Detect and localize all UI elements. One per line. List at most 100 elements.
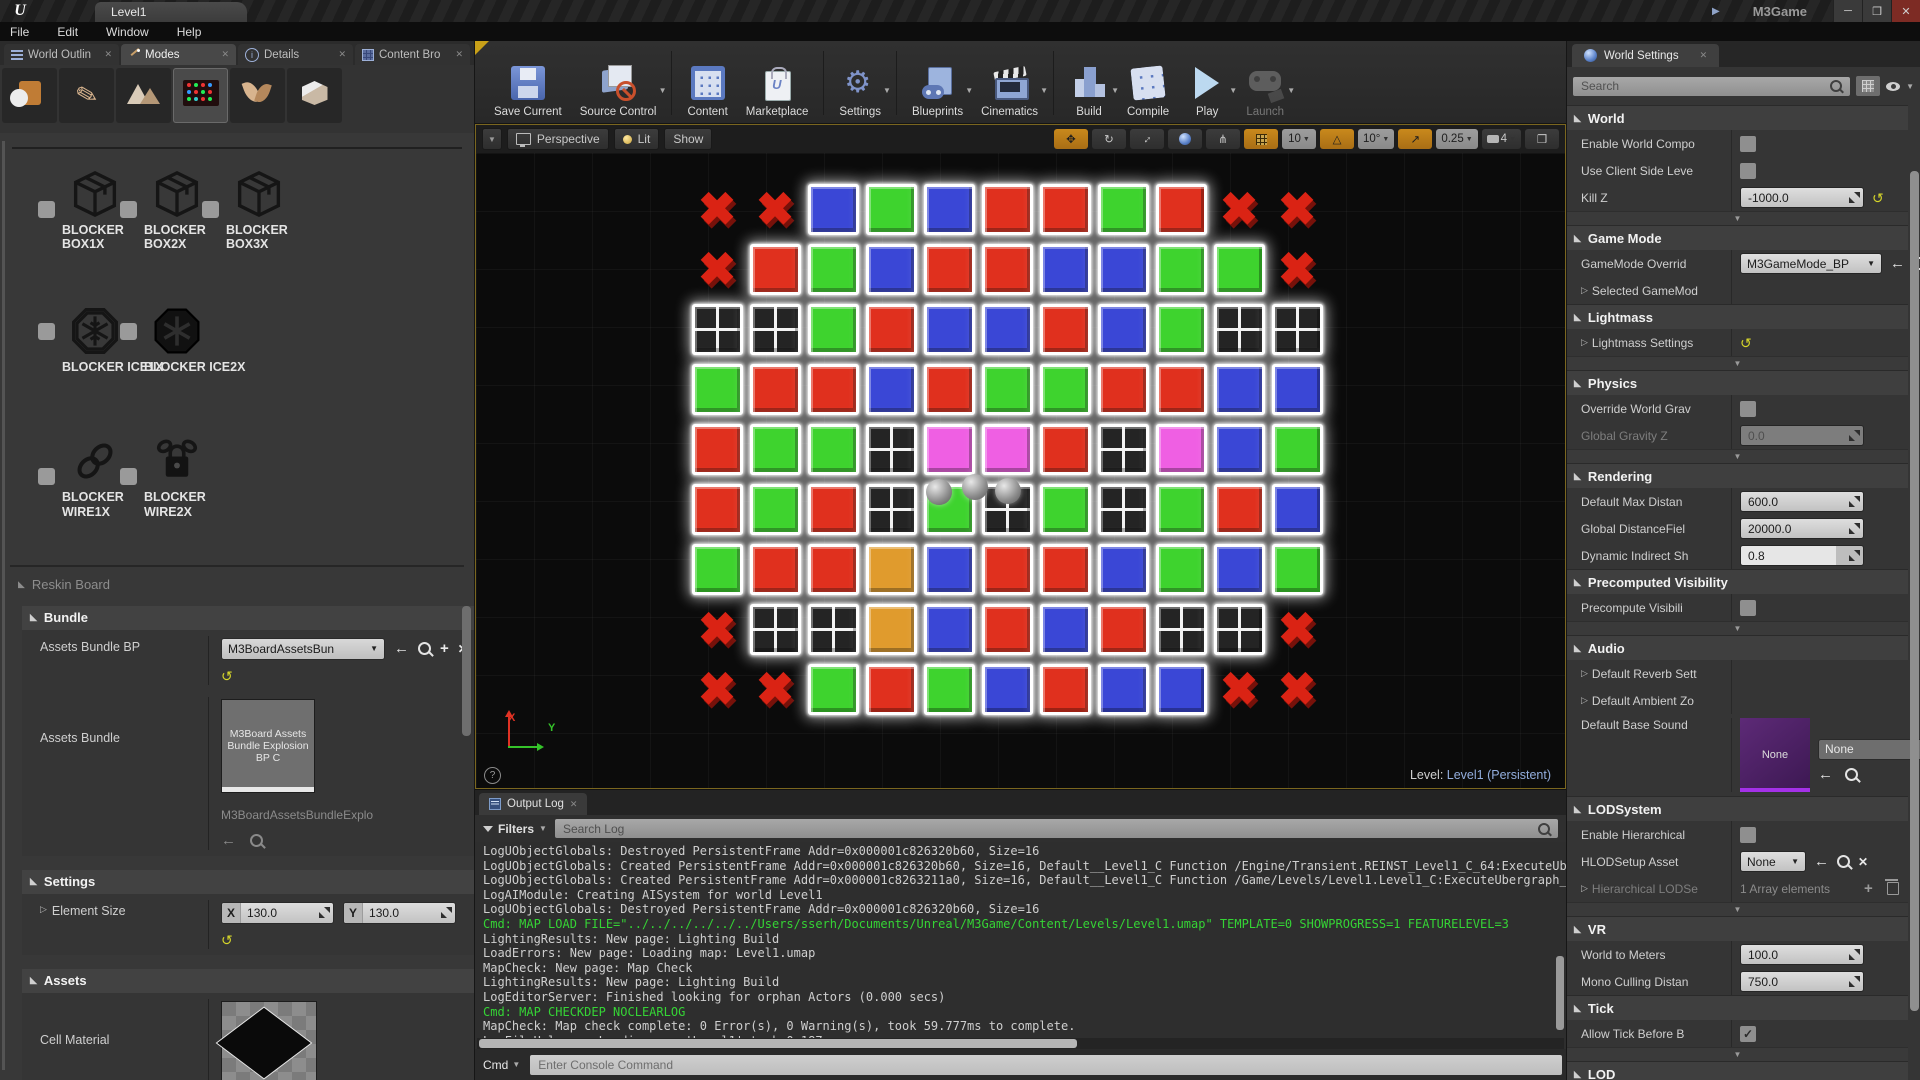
scale-tool-button[interactable]: ↔ <box>1130 129 1164 149</box>
search-icon[interactable] <box>1837 855 1850 868</box>
back-arrow-icon[interactable]: ← <box>1890 257 1905 271</box>
maximize-button[interactable]: ❒ <box>1862 0 1891 22</box>
marketplace-button[interactable]: UMarketplace <box>737 45 818 121</box>
show-button[interactable]: Show <box>664 128 712 150</box>
tab-details[interactable]: i Details ✕ <box>238 44 353 65</box>
disco-sphere[interactable] <box>926 479 952 505</box>
board-cube-blue[interactable] <box>920 299 978 359</box>
help-icon[interactable]: ? <box>484 767 501 784</box>
dropdown[interactable]: None▼ <box>1740 851 1806 872</box>
scale-snap-value[interactable]: 0.25▼ <box>1436 129 1477 149</box>
assets-header[interactable]: ◣ Assets <box>22 969 474 993</box>
board-cube-green[interactable] <box>1268 419 1326 479</box>
section-expander[interactable]: ▼ <box>1567 211 1908 225</box>
board-cube-blue[interactable] <box>862 239 920 299</box>
board-cube-wire[interactable] <box>862 419 920 479</box>
board-cube-red[interactable] <box>978 599 1036 659</box>
board-cube-green[interactable] <box>804 419 862 479</box>
spinner-icon[interactable] <box>1849 192 1860 203</box>
board-cube-blue[interactable] <box>1268 359 1326 419</box>
board-cube-green[interactable] <box>1210 239 1268 299</box>
close-icon[interactable]: ✕ <box>570 799 578 810</box>
log-text-area[interactable]: LogUObjectGlobals: Destroyed PersistentF… <box>475 842 1566 1038</box>
grid-snap-toggle[interactable] <box>1244 129 1278 149</box>
board-cube-blue[interactable] <box>978 299 1036 359</box>
scrollbar-thumb[interactable] <box>479 1039 1077 1048</box>
blocked-cell[interactable]: ✖ <box>1268 239 1326 299</box>
left-panel-scroll-edge[interactable] <box>2 141 5 1070</box>
number-field[interactable]: -1000.0 <box>1740 187 1864 208</box>
board-cube-red[interactable] <box>1094 359 1152 419</box>
maximize-viewport-button[interactable]: ❐ <box>1525 129 1559 149</box>
board-cube-red[interactable] <box>804 359 862 419</box>
source-control-button[interactable]: Source Control▼ <box>571 45 666 121</box>
item-checkbox[interactable] <box>120 201 137 218</box>
board-cube-green[interactable] <box>804 659 862 719</box>
search-icon[interactable] <box>418 642 431 655</box>
board-cube-blue[interactable] <box>1210 419 1268 479</box>
board-cube-green[interactable] <box>1152 539 1210 599</box>
reset-icon[interactable]: ↺ <box>221 933 233 947</box>
sound-asset-thumbnail[interactable]: None <box>1740 718 1810 792</box>
board-cube-red[interactable] <box>804 539 862 599</box>
camera-speed-button[interactable]: 4▼ <box>1482 129 1521 149</box>
board-cube-green[interactable] <box>688 359 746 419</box>
board-cube-red[interactable] <box>862 299 920 359</box>
plus-icon[interactable]: + <box>1864 882 1873 896</box>
spinner-icon[interactable] <box>1849 550 1860 561</box>
spinner-icon[interactable] <box>1849 949 1860 960</box>
board-cube-blue[interactable] <box>920 599 978 659</box>
blocked-cell[interactable]: ✖ <box>688 179 746 239</box>
board-cube-red[interactable] <box>746 239 804 299</box>
cell-material-thumbnail[interactable] <box>221 1001 317 1080</box>
checkbox[interactable] <box>1740 600 1756 616</box>
checkbox[interactable] <box>1740 401 1756 417</box>
section-header-lodsystem[interactable]: ◣LODSystem <box>1567 796 1908 821</box>
tab-world-settings[interactable]: World Settings ✕ <box>1572 44 1719 67</box>
board-cube-wire[interactable] <box>1268 299 1326 359</box>
board-cube-wire[interactable] <box>688 299 746 359</box>
blocked-cell[interactable]: ✖ <box>688 599 746 659</box>
blocked-cell[interactable]: ✖ <box>688 659 746 719</box>
left-panel-scrollbar[interactable] <box>462 606 471 736</box>
tab-content-browser[interactable]: Content Bro ✕ <box>355 44 470 65</box>
close-button[interactable]: ✕ <box>1891 0 1920 22</box>
board-cube-red[interactable] <box>1152 359 1210 419</box>
item-checkbox[interactable] <box>120 468 137 485</box>
chevron-down-icon[interactable]: ▼ <box>1040 86 1048 95</box>
back-arrow-icon[interactable]: ← <box>1814 855 1829 869</box>
board-cube-green[interactable] <box>804 299 862 359</box>
assets-bundle-thumbnail[interactable]: M3Board Assets Bundle Explosion BP C <box>221 699 315 793</box>
board-cube-blue[interactable] <box>1094 539 1152 599</box>
section-header-audio[interactable]: ◣Audio <box>1567 635 1908 660</box>
board-cube-red[interactable] <box>1036 299 1094 359</box>
log-vertical-scrollbar[interactable] <box>1556 956 1564 1030</box>
spinner-icon[interactable] <box>1849 496 1860 507</box>
world-coordinate-button[interactable] <box>1168 129 1202 149</box>
section-expander[interactable]: ▼ <box>1567 449 1908 463</box>
rotation-snap-value[interactable]: 10°▼ <box>1358 129 1394 149</box>
section-expander[interactable]: ▼ <box>1567 1047 1908 1061</box>
board-cube-blue[interactable] <box>1094 239 1152 299</box>
mode-button-landscape[interactable] <box>116 68 171 123</box>
element-size-y-field[interactable]: Y 130.0 <box>343 902 456 924</box>
board-cube-orange[interactable] <box>862 539 920 599</box>
board-cube-red[interactable] <box>746 359 804 419</box>
board-cube-blue[interactable] <box>1268 479 1326 539</box>
viewport-options-button[interactable]: ▼ <box>482 128 502 150</box>
placement-item[interactable]: BLOCKER WIRE2X <box>144 434 212 519</box>
item-checkbox[interactable] <box>202 201 219 218</box>
board-cube-wire[interactable] <box>1094 419 1152 479</box>
board-cube-red[interactable] <box>978 179 1036 239</box>
checkbox[interactable]: ✓ <box>1740 1026 1756 1042</box>
board-cube-green[interactable] <box>746 419 804 479</box>
number-field[interactable]: 750.0 <box>1740 971 1864 992</box>
board-cube-blue[interactable] <box>1210 539 1268 599</box>
board-cube-blue[interactable] <box>920 539 978 599</box>
expand-arrow-icon[interactable]: ▷ <box>1581 668 1588 679</box>
back-arrow-icon[interactable]: ← <box>394 642 409 656</box>
board-cube-blue[interactable] <box>1152 659 1210 719</box>
expand-arrow-icon[interactable]: ▷ <box>1581 695 1588 706</box>
close-icon[interactable]: ✕ <box>104 49 112 60</box>
board-cube-green[interactable] <box>688 539 746 599</box>
